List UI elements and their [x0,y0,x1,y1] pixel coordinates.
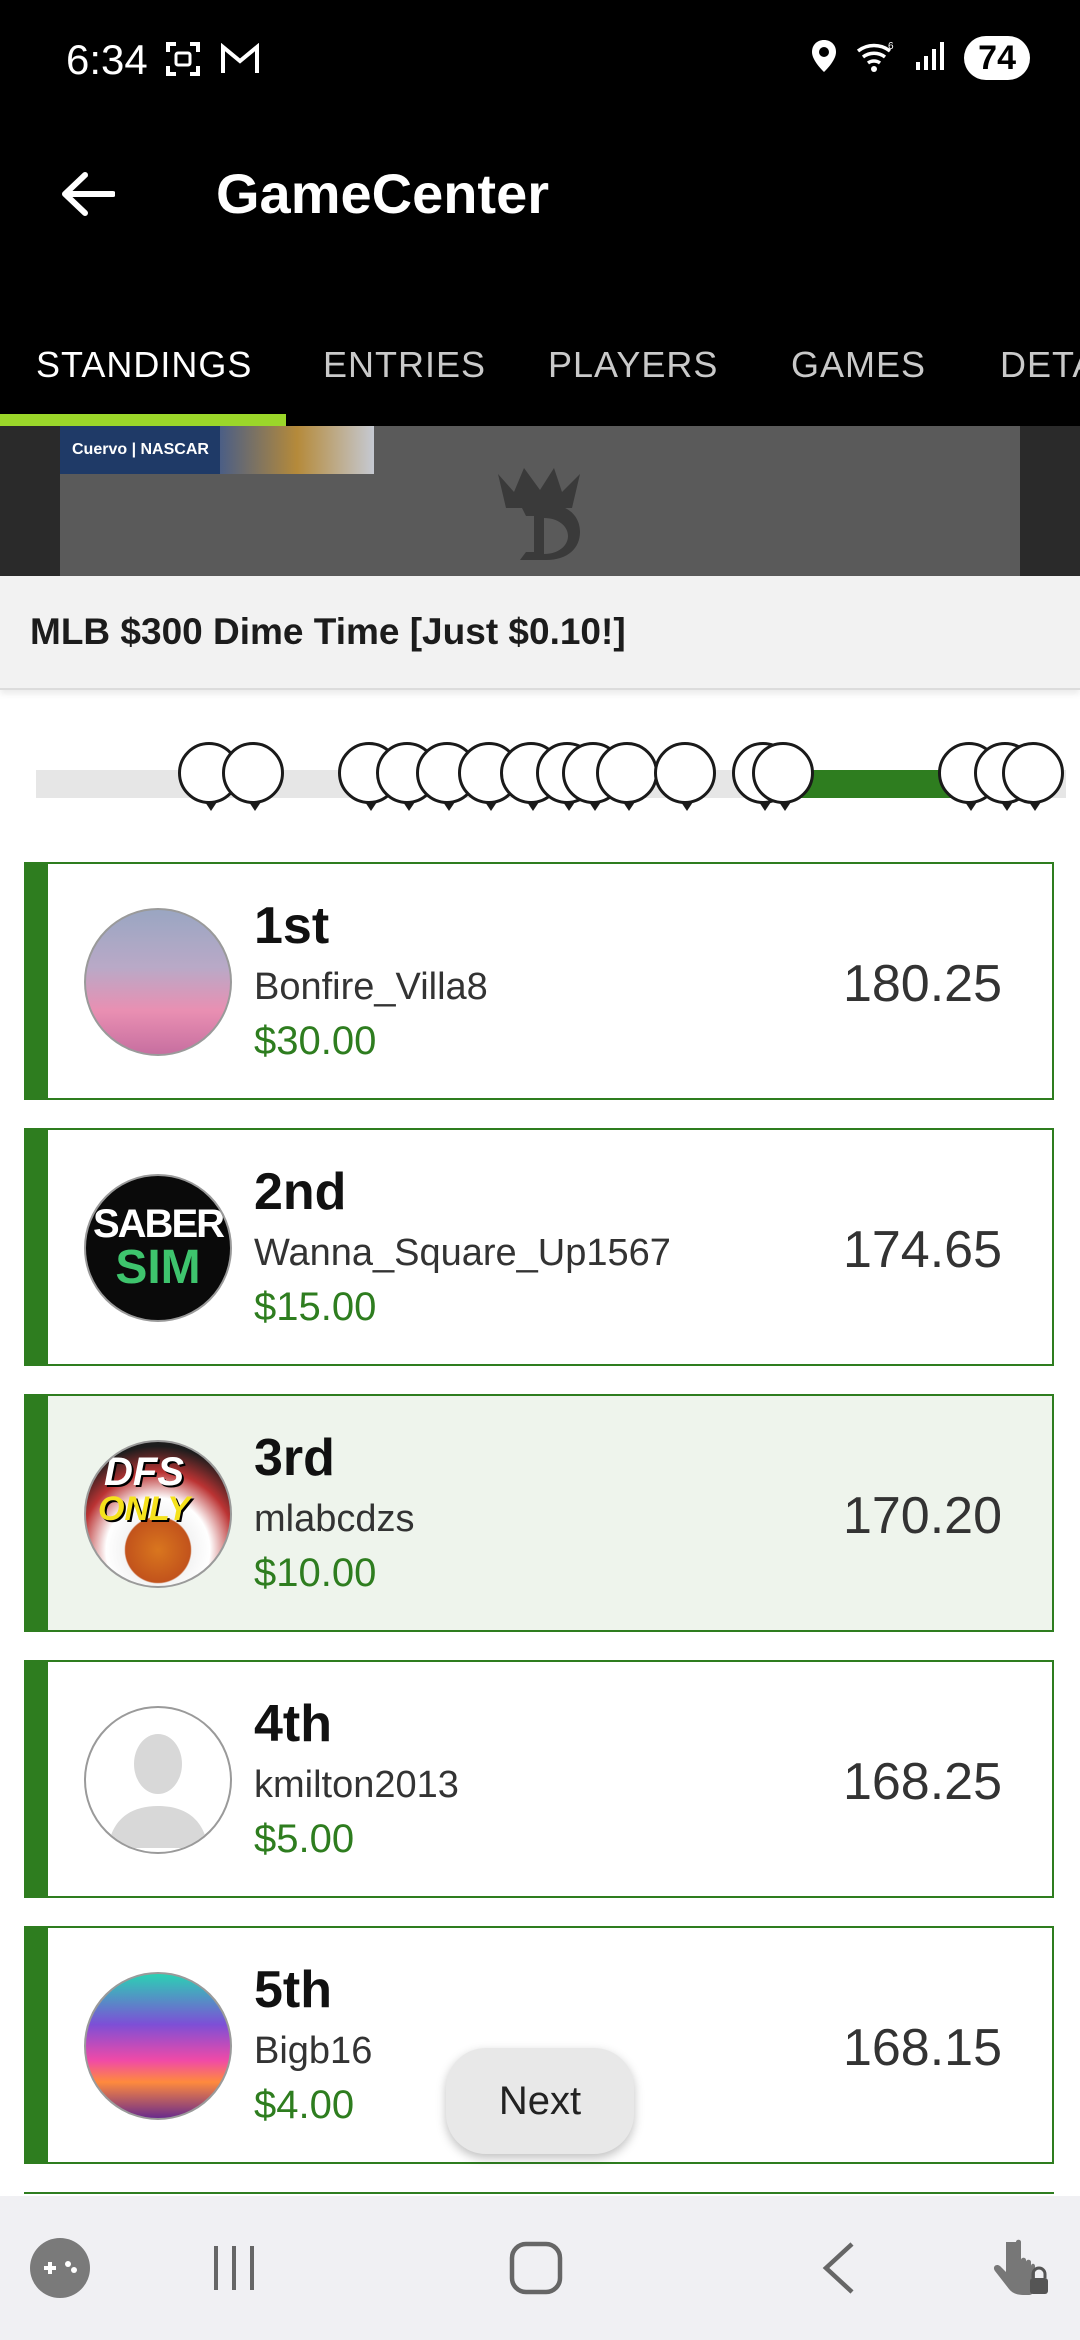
fantasy-points: 174.65 [842,1221,1002,1279]
screenshot-icon [164,40,202,83]
gmail-icon [220,42,260,80]
tab-games[interactable]: GAMES [791,330,926,400]
tab-standings[interactable]: STANDINGS [36,330,252,400]
standings-row[interactable]: SABER SIM 2nd Wanna_Square_Up1567 $15.00… [24,1128,1054,1366]
rank-stripe [26,864,48,1098]
draftkings-crown-logo [480,444,600,564]
wifi-icon: 6 [856,39,896,78]
sponsor-ad[interactable]: Cuervo | NASCAR [60,426,374,474]
user-marker[interactable] [222,742,284,811]
prize-amount: $4.00 [254,2083,355,2127]
sabersim-avatar-text-top: SABER [92,1202,225,1246]
username: kmilton2013 [254,1764,459,1806]
back-button[interactable] [48,156,128,236]
username: Wanna_Square_Up1567 [254,1232,671,1274]
payout-progress[interactable] [0,720,1080,830]
username: Bonfire_Villa8 [254,966,488,1008]
tab-entries[interactable]: ENTRIES [323,330,486,400]
next-button[interactable]: Next [446,2048,634,2154]
svg-text:6: 6 [888,41,894,52]
rank-label: 5th [254,1961,332,2019]
dfs-only-avatar-text-top: DFS [104,1450,184,1494]
tab-players[interactable]: PLAYERS [548,330,718,400]
game-launcher-icon[interactable] [28,2236,92,2300]
standings-row[interactable]: 1st Bonfire_Villa8 $30.00 180.25 [24,862,1054,1100]
prize-amount: $30.00 [254,1019,377,1063]
rank-label: 1st [254,897,330,955]
default-person-avatar [84,1706,232,1854]
location-icon [810,38,838,79]
status-icons-left [164,40,260,83]
tab-bar: STANDINGS ENTRIES PLAYERS GAMES DETA [0,306,1080,426]
ad-banner[interactable]: Cuervo | NASCAR [0,426,1080,576]
home-icon[interactable] [506,2236,566,2300]
tab-indicator [0,414,286,426]
contest-header: MLB $300 Dime Time [Just $0.10!] [0,576,1080,690]
rank-stripe [26,1662,48,1896]
battery-icon: 74 [964,36,1030,80]
tropical-sunset-avatar [84,1972,232,2120]
tab-details[interactable]: DETA [1000,330,1080,400]
status-time: 6:34 [66,36,148,83]
user-marker[interactable] [1002,742,1064,811]
fantasy-points: 180.25 [842,955,1002,1013]
sabersim-avatar-text-bottom: SIM [115,1241,201,1294]
sunset-sky-avatar [84,908,232,1056]
fantasy-points: 168.25 [842,1753,1002,1811]
back-icon[interactable] [814,2236,864,2300]
user-marker[interactable] [752,742,814,811]
standings-row[interactable]: 4th kmilton2013 $5.00 168.25 [24,1660,1054,1898]
race-car-image [220,426,374,474]
prize-amount: $5.00 [254,1817,355,1861]
fantasy-points: 168.15 [842,2019,1002,2077]
rank-stripe [26,1396,48,1630]
rank-label: 2nd [254,1163,347,1221]
arrow-left-icon [61,171,116,222]
signal-icon [914,40,946,77]
page-title: GameCenter [216,162,550,225]
dfs-only-avatar: DFS ONLY [84,1440,232,1588]
status-bar: 6:34 6 74 [0,0,1080,126]
rank-label: 3rd [254,1429,335,1487]
status-icons-right: 6 74 [810,36,1030,80]
dfs-only-avatar-text-bottom: ONLY [98,1490,190,1528]
sabersim-avatar: SABER SIM [84,1174,232,1322]
username: Bigb16 [254,2030,373,2072]
user-marker[interactable] [596,742,658,811]
app-bar: GameCenter [0,126,1080,306]
user-marker[interactable] [654,742,716,811]
fantasy-points: 170.20 [842,1487,1002,1545]
prize-amount: $10.00 [254,1551,377,1595]
standings-row-current-user[interactable]: DFS ONLY 3rd mlabcdzs $10.00 170.20 [24,1394,1054,1632]
recent-apps-icon[interactable] [206,2236,262,2300]
username: mlabcdzs [254,1498,415,1540]
prize-amount: $15.00 [254,1285,377,1329]
rank-stripe [26,1928,48,2162]
sponsor-ad-text: Cuervo | NASCAR [72,441,209,458]
system-nav-bar [0,2196,1080,2340]
rank-label: 4th [254,1695,332,1753]
rank-stripe [26,1130,48,1364]
contest-title: MLB $300 Dime Time [Just $0.10!] [30,611,626,652]
touch-lock-icon[interactable] [988,2236,1052,2300]
